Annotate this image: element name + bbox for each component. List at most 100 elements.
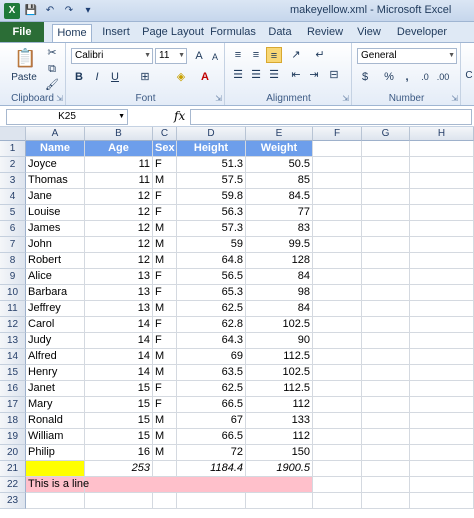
fill-color-icon[interactable]: ◈ (173, 69, 189, 85)
row-header-5[interactable]: 5 (0, 205, 26, 221)
cell-f3[interactable] (313, 173, 362, 189)
cell-f20[interactable] (313, 445, 362, 461)
cell-a17[interactable]: Mary (26, 397, 85, 413)
cell-h17[interactable] (410, 397, 474, 413)
align-left-icon[interactable]: ☰ (230, 67, 246, 83)
cell-f16[interactable] (313, 381, 362, 397)
cell-d18[interactable]: 67 (177, 413, 246, 429)
cell-d16[interactable]: 62.5 (177, 381, 246, 397)
column-header-g[interactable]: G (362, 127, 410, 141)
cell-h8[interactable] (410, 253, 474, 269)
align-bottom-icon[interactable]: ≡ (266, 47, 282, 63)
cell-e22[interactable] (246, 477, 313, 493)
cell-c23[interactable] (153, 493, 177, 509)
cell-f2[interactable] (313, 157, 362, 173)
wrap-text-icon[interactable]: ↵ (312, 47, 328, 63)
cell-b8[interactable]: 12 (85, 253, 153, 269)
cell-f10[interactable] (313, 285, 362, 301)
cell-g10[interactable] (362, 285, 410, 301)
cell-g2[interactable] (362, 157, 410, 173)
row-header-1[interactable]: 1 (0, 141, 26, 157)
currency-button[interactable]: $ (357, 69, 373, 85)
cell-f21[interactable] (313, 461, 362, 477)
cell-e6[interactable]: 83 (246, 221, 313, 237)
cell-g19[interactable] (362, 429, 410, 445)
cell-b2[interactable]: 11 (85, 157, 153, 173)
cell-d21[interactable]: 1184.4 (177, 461, 246, 477)
font-family-select[interactable]: Calibri ▼ (71, 48, 153, 64)
cell-b6[interactable]: 12 (85, 221, 153, 237)
underline-button[interactable]: U (107, 69, 123, 85)
row-header-6[interactable]: 6 (0, 221, 26, 237)
row-header-9[interactable]: 9 (0, 269, 26, 285)
cell-c20[interactable]: M (153, 445, 177, 461)
row-header-12[interactable]: 12 (0, 317, 26, 333)
cell-b10[interactable]: 13 (85, 285, 153, 301)
cell-g13[interactable] (362, 333, 410, 349)
cell-b15[interactable]: 14 (85, 365, 153, 381)
cell-c15[interactable]: M (153, 365, 177, 381)
cell-a18[interactable]: Ronald (26, 413, 85, 429)
row-header-8[interactable]: 8 (0, 253, 26, 269)
cell-g15[interactable] (362, 365, 410, 381)
cell-f7[interactable] (313, 237, 362, 253)
name-box[interactable]: K25 ▼ (6, 109, 128, 125)
cell-b13[interactable]: 14 (85, 333, 153, 349)
cell-e10[interactable]: 98 (246, 285, 313, 301)
row-header-18[interactable]: 18 (0, 413, 26, 429)
cell-d10[interactable]: 65.3 (177, 285, 246, 301)
cell-b1[interactable]: Age (85, 141, 153, 157)
cell-g6[interactable] (362, 221, 410, 237)
cell-e21[interactable]: 1900.5 (246, 461, 313, 477)
align-top-icon[interactable]: ≡ (230, 47, 246, 63)
row-header-13[interactable]: 13 (0, 333, 26, 349)
row-header-23[interactable]: 23 (0, 493, 26, 509)
cell-a2[interactable]: Joyce (26, 157, 85, 173)
row-header-10[interactable]: 10 (0, 285, 26, 301)
cell-c21[interactable] (153, 461, 177, 477)
row-header-17[interactable]: 17 (0, 397, 26, 413)
cell-e17[interactable]: 112 (246, 397, 313, 413)
percent-button[interactable]: % (381, 69, 397, 85)
cell-c12[interactable]: F (153, 317, 177, 333)
cell-d8[interactable]: 64.8 (177, 253, 246, 269)
cell-d5[interactable]: 56.3 (177, 205, 246, 221)
save-icon[interactable]: 💾 (23, 3, 39, 19)
font-launcher-icon[interactable]: ⇲ (215, 94, 222, 103)
column-header-d[interactable]: D (177, 127, 246, 141)
cell-g18[interactable] (362, 413, 410, 429)
cell-d1[interactable]: Height (177, 141, 246, 157)
cell-b19[interactable]: 15 (85, 429, 153, 445)
cell-g22[interactable] (362, 477, 410, 493)
increase-decimal-icon[interactable]: .0 (417, 69, 433, 85)
decrease-decimal-icon[interactable]: .00 (435, 69, 451, 85)
cell-e18[interactable]: 133 (246, 413, 313, 429)
cell-f9[interactable] (313, 269, 362, 285)
cell-f11[interactable] (313, 301, 362, 317)
borders-icon[interactable]: ⊞ (137, 69, 153, 85)
cell-c5[interactable]: F (153, 205, 177, 221)
cell-d13[interactable]: 64.3 (177, 333, 246, 349)
copy-icon[interactable]: ⧉ (44, 61, 60, 77)
cell-e8[interactable]: 128 (246, 253, 313, 269)
cell-h2[interactable] (410, 157, 474, 173)
column-header-a[interactable]: A (26, 127, 85, 141)
cell-b17[interactable]: 15 (85, 397, 153, 413)
cell-f19[interactable] (313, 429, 362, 445)
cell-h18[interactable] (410, 413, 474, 429)
row-header-4[interactable]: 4 (0, 189, 26, 205)
cell-a15[interactable]: Henry (26, 365, 85, 381)
row-header-2[interactable]: 2 (0, 157, 26, 173)
cell-h13[interactable] (410, 333, 474, 349)
cell-a6[interactable]: James (26, 221, 85, 237)
cell-h19[interactable] (410, 429, 474, 445)
excel-app-icon[interactable]: X (4, 3, 20, 19)
tab-data[interactable]: Data (264, 24, 296, 42)
cell-h14[interactable] (410, 349, 474, 365)
cell-g1[interactable] (362, 141, 410, 157)
cell-g16[interactable] (362, 381, 410, 397)
cell-c16[interactable]: F (153, 381, 177, 397)
tab-review[interactable]: Review (304, 24, 346, 42)
cell-a11[interactable]: Jeffrey (26, 301, 85, 317)
row-header-3[interactable]: 3 (0, 173, 26, 189)
